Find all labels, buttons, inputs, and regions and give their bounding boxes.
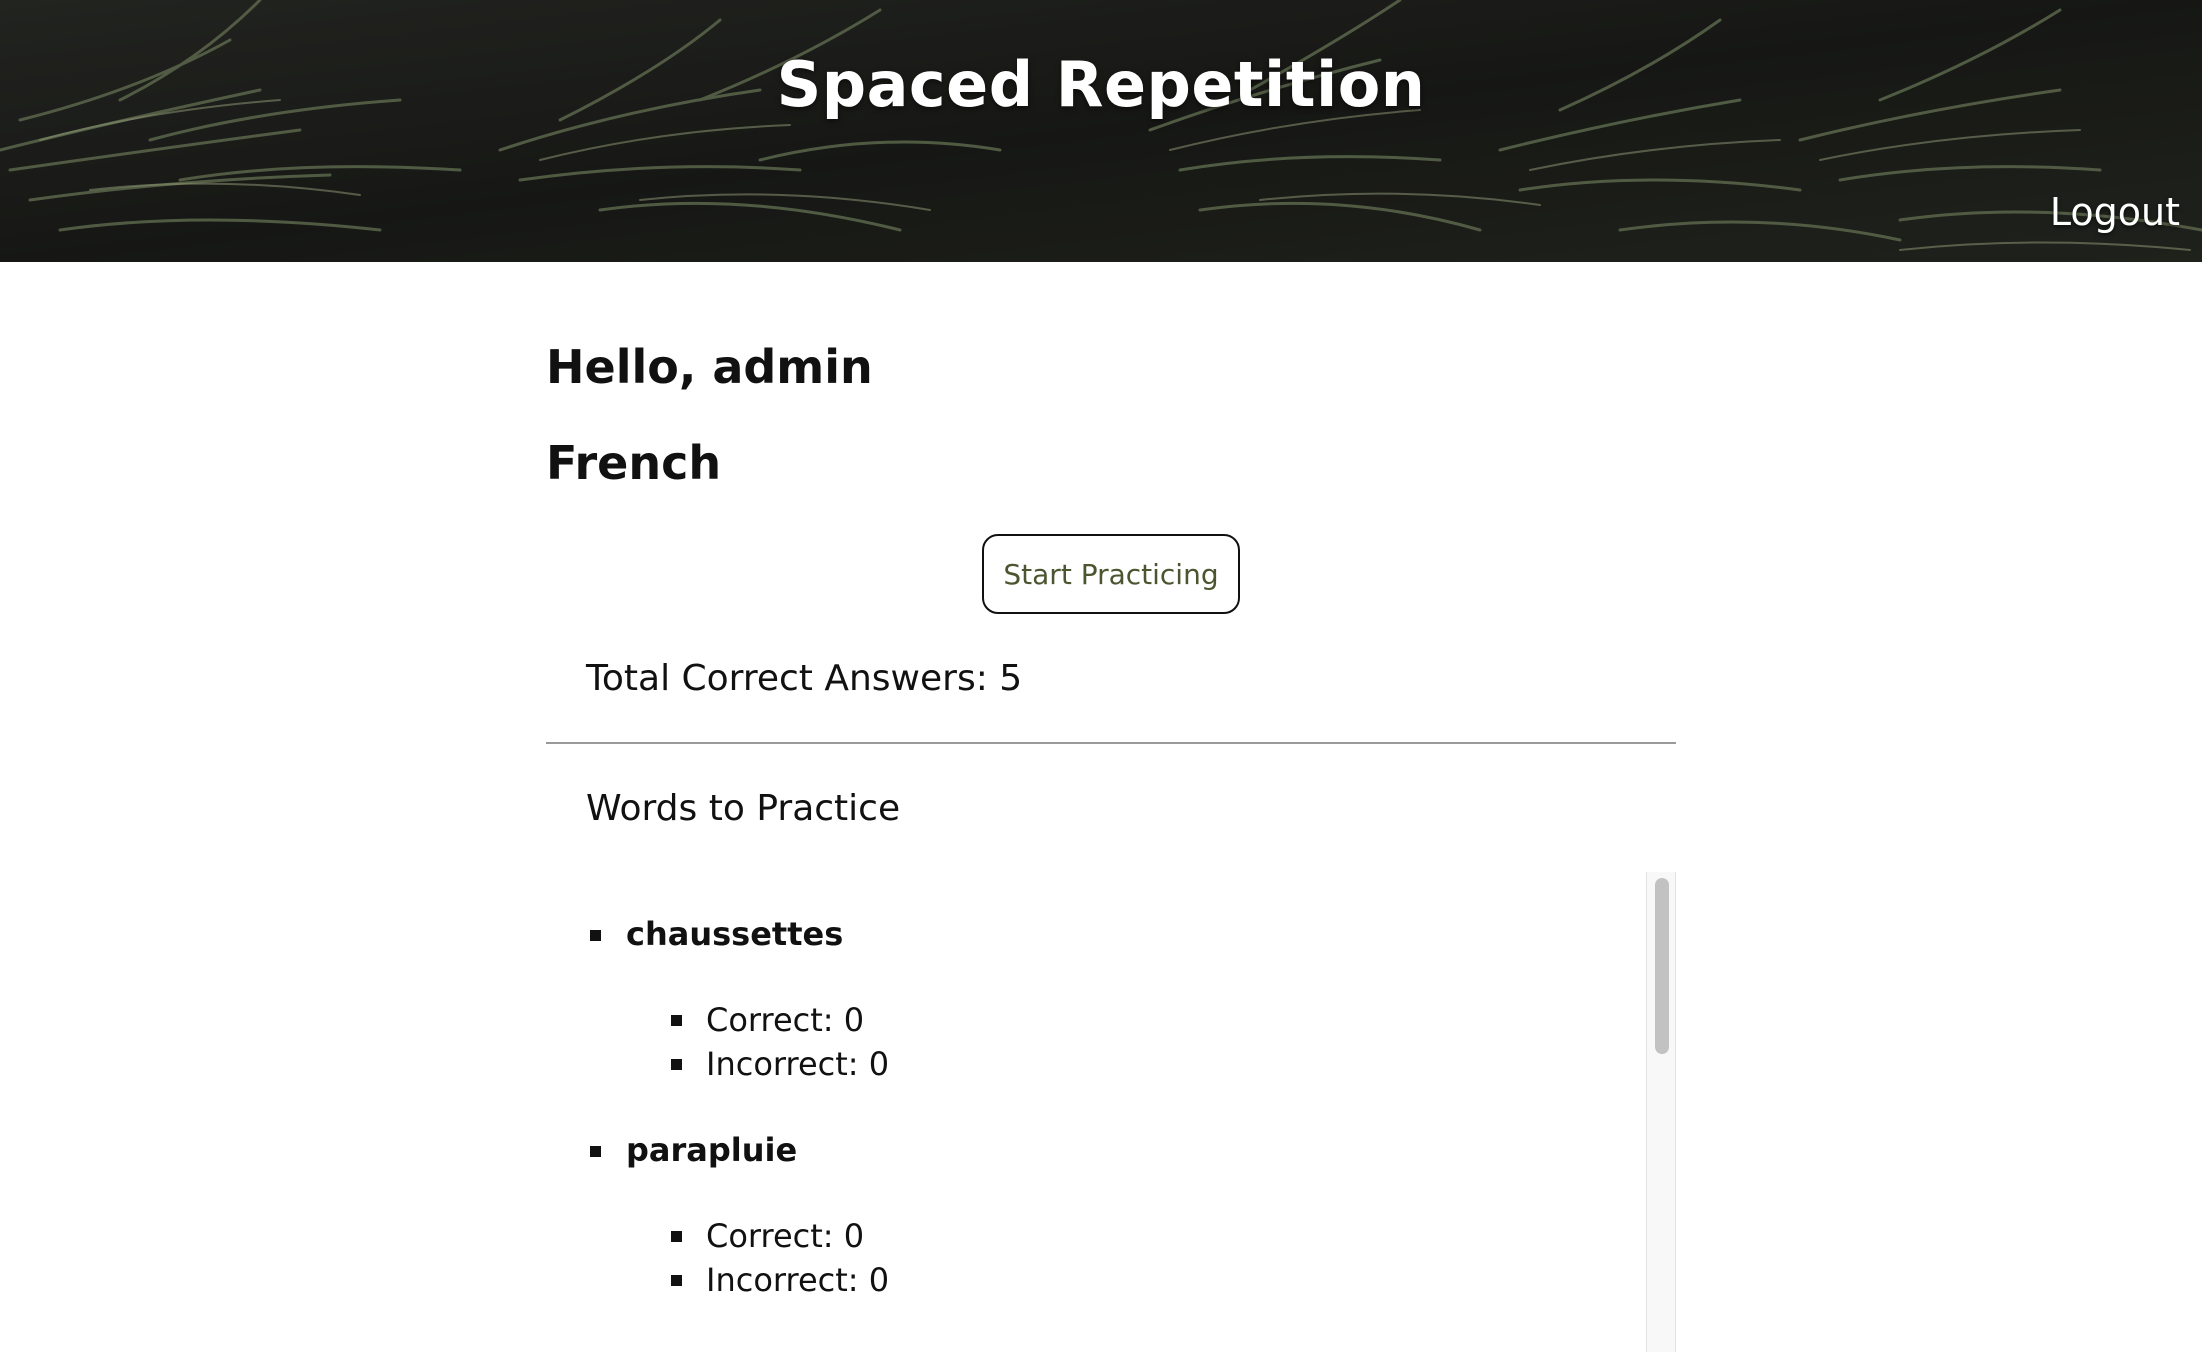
bullet-icon [671,1059,682,1070]
correct-count-text: Correct: 0 [706,1001,865,1039]
scrollbar-track[interactable] [1646,872,1676,1352]
scrollbar-thumb[interactable] [1655,878,1669,1054]
bullet-icon [671,1231,682,1242]
word-stats-list: Correct: 0 Incorrect: 0 [626,998,889,1086]
correct-count-text: Correct: 0 [706,1217,865,1255]
bullet-icon [671,1015,682,1026]
incorrect-count: Incorrect: 0 [626,1258,889,1302]
word-name: chaussettes [626,915,844,953]
total-correct-answers: Total Correct Answers: 5 [586,658,1023,699]
bullet-icon [671,1275,682,1286]
word-item: chaussettes Correct: 0 Incorrect: 0 [546,912,889,1086]
pine-needles-background-image [0,0,2202,262]
incorrect-count-text: Incorrect: 0 [706,1261,890,1299]
words-to-practice-heading: Words to Practice [586,788,901,829]
incorrect-count: Incorrect: 0 [626,1042,889,1086]
greeting-heading: Hello, admin [546,340,873,394]
word-item: parapluie Correct: 0 Incorrect: 0 [546,1128,889,1302]
start-practicing-button[interactable]: Start Practicing [982,534,1240,614]
correct-count: Correct: 0 [626,1214,889,1258]
logout-link[interactable]: Logout [2050,190,2180,234]
incorrect-count-text: Incorrect: 0 [706,1045,890,1083]
words-list-scroll-area[interactable]: chaussettes Correct: 0 Incorrect: 0 para… [546,872,1676,1352]
header-banner: Spaced Repetition Logout [0,0,2202,262]
bullet-icon [590,930,601,941]
app-title: Spaced Repetition [776,48,1426,121]
word-name: parapluie [626,1131,798,1169]
word-stats-list: Correct: 0 Incorrect: 0 [626,1214,889,1302]
section-divider [546,742,1676,744]
words-list: chaussettes Correct: 0 Incorrect: 0 para… [546,872,889,1302]
bullet-icon [590,1146,601,1157]
correct-count: Correct: 0 [626,998,889,1042]
language-heading: French [546,436,722,490]
